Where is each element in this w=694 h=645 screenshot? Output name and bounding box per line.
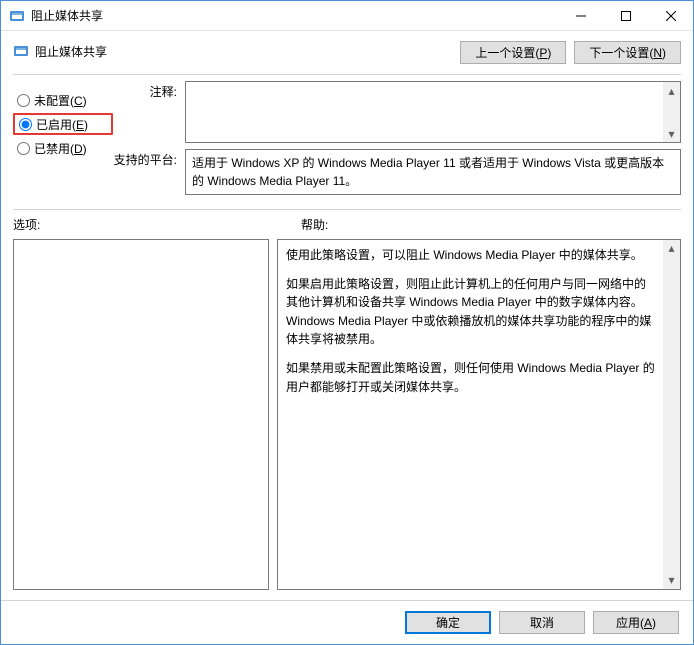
scroll-down-icon[interactable]: ▾	[663, 572, 680, 589]
close-button[interactable]	[648, 1, 693, 30]
radio-disabled-input[interactable]	[17, 142, 30, 155]
scroll-up-icon[interactable]: ▴	[663, 240, 680, 257]
next-setting-button[interactable]: 下一个设置(N)	[574, 41, 681, 64]
radio-not-configured-label: 未配置(C)	[34, 92, 87, 109]
platform-text: 适用于 Windows XP 的 Windows Media Player 11…	[192, 156, 664, 188]
help-paragraph: 如果禁用或未配置此策略设置，则任何使用 Windows Media Player…	[286, 359, 656, 396]
comment-label: 注释:	[113, 81, 185, 143]
platform-label: 支持的平台:	[113, 149, 185, 195]
mid-labels: 选项: 帮助:	[1, 210, 693, 233]
titlebar: 阻止媒体共享	[1, 1, 693, 31]
help-box: 使用此策略设置，可以阻止 Windows Media Player 中的媒体共享…	[277, 239, 681, 590]
page-title: 阻止媒体共享	[35, 43, 107, 60]
mid-boxes: 使用此策略设置，可以阻止 Windows Media Player 中的媒体共享…	[1, 233, 693, 590]
maximize-button[interactable]	[603, 1, 648, 30]
scroll-down-icon[interactable]: ▾	[663, 125, 680, 142]
options-label: 选项:	[13, 216, 301, 233]
radio-enabled[interactable]: 已启用(E)	[13, 113, 113, 135]
options-box	[13, 239, 269, 590]
radio-enabled-input[interactable]	[19, 118, 32, 131]
minimize-button[interactable]	[558, 1, 603, 30]
window-title: 阻止媒体共享	[31, 7, 103, 24]
help-paragraph: 使用此策略设置，可以阻止 Windows Media Player 中的媒体共享…	[286, 246, 656, 265]
radio-enabled-label: 已启用(E)	[36, 116, 88, 133]
apply-button[interactable]: 应用(A)	[593, 611, 679, 634]
config-section: 未配置(C) 已启用(E) 已禁用(D) 注释: ▴ ▾ 支持的平台: 适用于	[1, 75, 693, 201]
radio-not-configured[interactable]: 未配置(C)	[13, 89, 113, 111]
cancel-button[interactable]: 取消	[499, 611, 585, 634]
radio-not-configured-input[interactable]	[17, 94, 30, 107]
policy-icon	[13, 43, 29, 59]
app-icon	[9, 8, 25, 24]
fields: 注释: ▴ ▾ 支持的平台: 适用于 Windows XP 的 Windows …	[113, 81, 681, 201]
radio-disabled-label: 已禁用(D)	[34, 140, 87, 157]
platform-box: 适用于 Windows XP 的 Windows Media Player 11…	[185, 149, 681, 195]
help-paragraph: 如果启用此策略设置，则阻止此计算机上的任何用户与同一网络中的其他计算机和设备共享…	[286, 275, 656, 349]
header: 阻止媒体共享 上一个设置(P) 下一个设置(N)	[1, 31, 693, 70]
radio-disabled[interactable]: 已禁用(D)	[13, 137, 113, 159]
footer: 确定 取消 应用(A)	[1, 600, 693, 644]
help-label: 帮助:	[301, 216, 681, 233]
comment-scrollbar[interactable]: ▴ ▾	[663, 82, 680, 142]
ok-button[interactable]: 确定	[405, 611, 491, 634]
previous-setting-button[interactable]: 上一个设置(P)	[460, 41, 566, 64]
comment-textarea[interactable]: ▴ ▾	[185, 81, 681, 143]
scroll-up-icon[interactable]: ▴	[663, 82, 680, 99]
state-radios: 未配置(C) 已启用(E) 已禁用(D)	[13, 81, 113, 201]
help-scrollbar[interactable]: ▴ ▾	[663, 240, 680, 589]
